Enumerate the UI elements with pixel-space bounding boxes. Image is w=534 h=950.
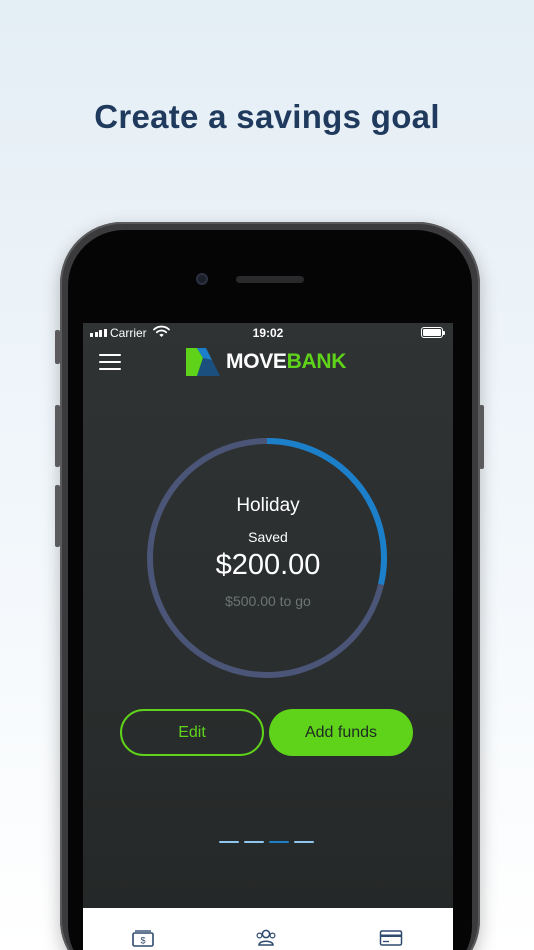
- hamburger-menu-icon[interactable]: [99, 353, 121, 371]
- status-bar: Carrier 19:02: [83, 323, 453, 343]
- remaining-amount: $500.00 to go: [225, 593, 311, 609]
- saved-label: Saved: [248, 529, 288, 545]
- page-dot[interactable]: [269, 841, 289, 843]
- page-dot[interactable]: [219, 841, 239, 843]
- front-camera: [196, 273, 208, 285]
- goal-name: Holiday: [236, 495, 300, 516]
- edit-button[interactable]: Edit: [120, 709, 264, 756]
- phone-power-button: [479, 405, 484, 469]
- earpiece-speaker: [236, 276, 304, 283]
- logo-text-bank: BANK: [286, 350, 347, 373]
- money-icon[interactable]: $: [131, 928, 155, 948]
- page-headline: Create a savings goal: [94, 98, 440, 135]
- phone-mute-switch: [55, 330, 60, 364]
- phone-volume-up: [55, 405, 60, 467]
- page-indicator: [219, 841, 314, 843]
- movebank-logo: MOVE BANK: [186, 348, 346, 376]
- page-dot[interactable]: [294, 841, 314, 843]
- battery-icon: [421, 327, 445, 338]
- add-funds-button[interactable]: Add funds: [269, 709, 413, 756]
- saved-amount: $200.00: [215, 549, 321, 581]
- phone-volume-down: [55, 485, 60, 547]
- tab-bar: $: [83, 908, 453, 950]
- movebank-logo-mark-icon: [186, 348, 220, 376]
- card-icon[interactable]: [379, 928, 403, 948]
- status-time: 19:02: [252, 326, 284, 340]
- app-screen: Carrier 19:02 MOVE BANK Holiday Saved $2…: [83, 323, 453, 950]
- logo-text-move: MOVE: [226, 350, 287, 373]
- svg-text:$: $: [140, 936, 145, 946]
- people-icon[interactable]: [254, 928, 278, 948]
- page-dot[interactable]: [244, 841, 264, 843]
